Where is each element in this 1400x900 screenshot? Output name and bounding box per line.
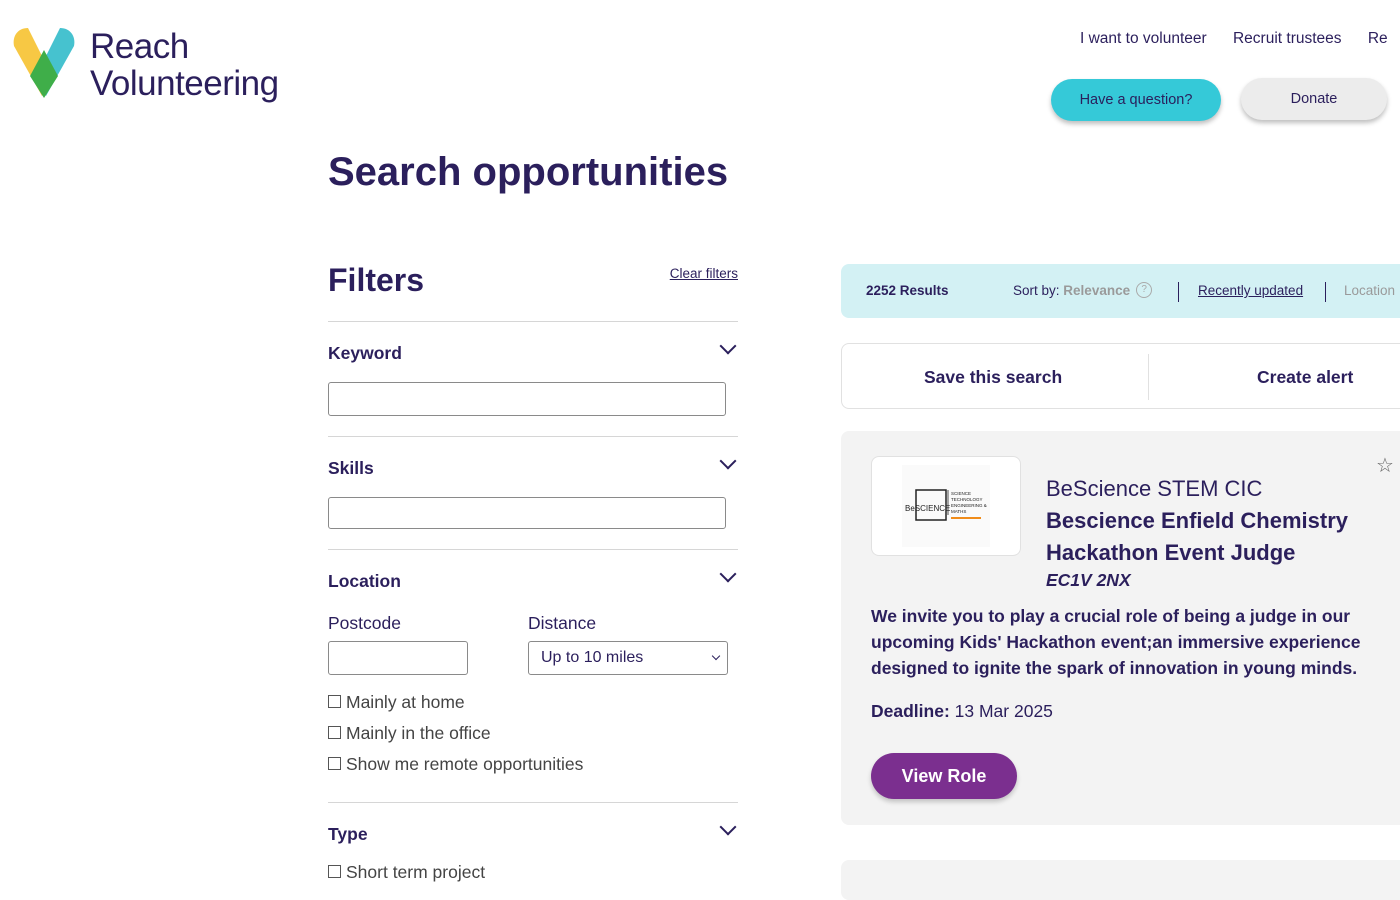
distance-label: Distance [528, 613, 597, 633]
organisation-name[interactable]: BeScience STEM CIC [1046, 476, 1262, 502]
divider [328, 321, 738, 322]
logo-wordmark: Reach Volunteering [90, 28, 279, 102]
sort-recently-updated[interactable]: Recently updated [1198, 283, 1303, 298]
opportunity-card[interactable] [841, 860, 1400, 900]
divider [328, 436, 738, 437]
chevron-down-icon[interactable] [719, 337, 737, 355]
location-section-title[interactable]: Location [328, 571, 401, 592]
star-icon[interactable]: ☆ [1376, 453, 1394, 478]
nav-i-want-to-volunteer[interactable]: I want to volunteer [1080, 30, 1207, 47]
mainly-in-office-checkbox[interactable]: Mainly in the office [328, 723, 491, 744]
view-role-button[interactable]: View Role [871, 753, 1017, 799]
mainly-at-home-checkbox[interactable]: Mainly at home [328, 692, 465, 713]
deadline-label: Deadline: [871, 701, 950, 721]
skills-section-title[interactable]: Skills [328, 458, 374, 479]
sort-label-text: Sort by: [1013, 283, 1060, 298]
remote-opportunities-checkbox[interactable]: Show me remote opportunities [328, 754, 583, 775]
divider [328, 802, 738, 803]
divider [328, 549, 738, 550]
top-navigation: I want to volunteer Recruit trustees Re [1080, 30, 1400, 48]
have-a-question-button[interactable]: Have a question? [1051, 79, 1221, 121]
org-logo: BeSCIENCE SCIENCE TECHNOLOGY ENGINEERING… [871, 456, 1021, 556]
checkbox-label: Mainly in the office [346, 723, 491, 743]
search-actions: Save this search Create alert [841, 343, 1400, 409]
results-bar: 2252 Results Sort by: Relevance? Recentl… [841, 264, 1400, 318]
sort-by-label: Sort by: Relevance? [1013, 282, 1153, 299]
logo-line: ENGINEERING & [951, 503, 987, 508]
logo-line: TECHNOLOGY [951, 497, 983, 502]
distance-select[interactable]: Up to 10 miles [528, 641, 728, 675]
page-title: Search opportunities [328, 150, 729, 194]
divider [1148, 354, 1149, 400]
donate-button[interactable]: Donate [1241, 78, 1387, 120]
bescience-logo-icon: BeSCIENCE SCIENCE TECHNOLOGY ENGINEERING… [902, 465, 990, 547]
logo-text: BeSCIENCE [905, 504, 950, 513]
checkbox-label: Mainly at home [346, 692, 465, 712]
site-logo[interactable]: Reach Volunteering [12, 26, 302, 106]
postcode-label: Postcode [328, 613, 401, 633]
role-title[interactable]: Bescience Enfield Chemistry Hackathon Ev… [1046, 505, 1376, 569]
checkbox-label: Short term project [346, 862, 486, 882]
checkbox-icon[interactable] [328, 726, 341, 740]
opportunity-card[interactable]: BeSCIENCE SCIENCE TECHNOLOGY ENGINEERING… [841, 431, 1400, 825]
sort-location[interactable]: Location [1344, 283, 1395, 298]
clear-filters-link[interactable]: Clear filters [670, 266, 738, 281]
keyword-section-title[interactable]: Keyword [328, 343, 402, 364]
divider [1178, 282, 1179, 302]
results-count: 2252 Results [866, 283, 949, 298]
heart-logo-icon [13, 28, 75, 98]
sort-relevance[interactable]: Relevance [1063, 283, 1130, 298]
role-postcode: EC1V 2NX [1046, 570, 1131, 590]
save-search-button[interactable]: Save this search [924, 367, 1062, 388]
chevron-down-icon[interactable] [719, 565, 737, 583]
type-section-title[interactable]: Type [328, 824, 368, 845]
divider [1325, 282, 1326, 302]
checkbox-icon[interactable] [328, 757, 341, 771]
logo-line: MATHS [951, 509, 966, 514]
chevron-down-icon [711, 651, 721, 661]
role-deadline: Deadline: 13 Mar 2025 [871, 701, 1053, 722]
nav-truncated-item[interactable]: Re [1368, 30, 1388, 47]
chevron-down-icon[interactable] [719, 452, 737, 470]
distance-selected-value: Up to 10 miles [541, 649, 644, 666]
role-description: We invite you to play a crucial role of … [871, 606, 1361, 678]
keyword-input[interactable] [328, 382, 726, 416]
nav-recruit-trustees[interactable]: Recruit trustees [1233, 30, 1342, 47]
logo-line: SCIENCE [951, 491, 971, 496]
postcode-input[interactable] [328, 641, 468, 675]
deadline-value: 13 Mar 2025 [954, 701, 1053, 721]
chevron-down-icon[interactable] [719, 818, 737, 836]
logo-line-2: Volunteering [90, 64, 279, 103]
logo-line-1: Reach [90, 27, 189, 66]
short-term-project-checkbox[interactable]: Short term project [328, 862, 485, 883]
checkbox-icon[interactable] [328, 865, 341, 879]
filters-title: Filters [328, 262, 425, 298]
create-alert-button[interactable]: Create alert [1257, 367, 1353, 388]
checkbox-label: Show me remote opportunities [346, 754, 584, 774]
help-icon[interactable]: ? [1136, 282, 1153, 299]
checkbox-icon[interactable] [328, 695, 341, 709]
skills-input[interactable] [328, 497, 726, 529]
